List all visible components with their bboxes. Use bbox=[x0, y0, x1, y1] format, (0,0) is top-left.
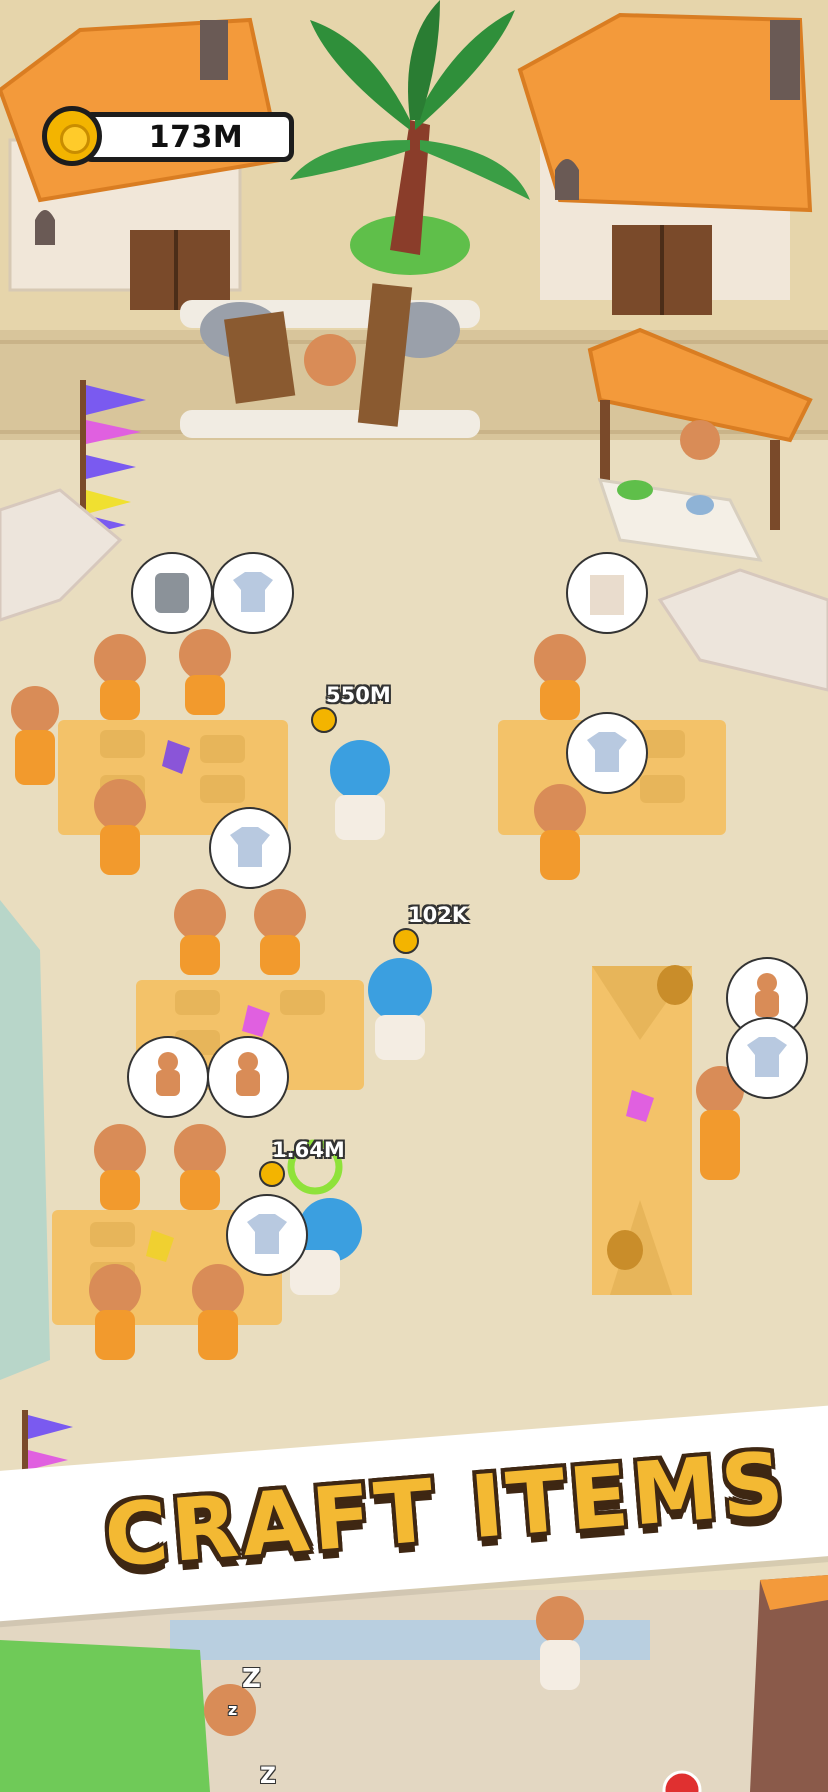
shirt-icon bbox=[726, 1017, 808, 1099]
shirt-icon bbox=[212, 552, 294, 634]
gingerbread-figure-icon bbox=[127, 1036, 209, 1118]
coin-balance: 173M bbox=[148, 119, 244, 155]
shirt-icon bbox=[226, 1194, 308, 1276]
vest-icon bbox=[566, 552, 648, 634]
gingerbread-figure-icon bbox=[207, 1036, 289, 1118]
hut-right bbox=[517, 12, 813, 315]
game-scene[interactable]: 173M 550M 102K 1.64M CRAFT ITEMS Z z Z bbox=[0, 0, 828, 1792]
coin-icon bbox=[393, 928, 419, 954]
shirt-icon bbox=[209, 807, 291, 889]
money-label: 102K bbox=[408, 903, 469, 927]
money-label: 550M bbox=[326, 683, 391, 707]
shirt-icon bbox=[566, 712, 648, 794]
coin-icon bbox=[259, 1161, 285, 1187]
money-label: 1.64M bbox=[272, 1138, 345, 1162]
hut-left bbox=[0, 17, 283, 310]
coin-counter: 173M bbox=[82, 112, 294, 162]
coin-icon bbox=[311, 707, 337, 733]
sleep-mark: Z bbox=[242, 1664, 261, 1694]
stone-tablet-icon bbox=[131, 552, 213, 634]
sleep-mark: z bbox=[228, 1700, 238, 1719]
coin-icon bbox=[42, 106, 102, 166]
sleep-mark: Z bbox=[260, 1764, 276, 1789]
